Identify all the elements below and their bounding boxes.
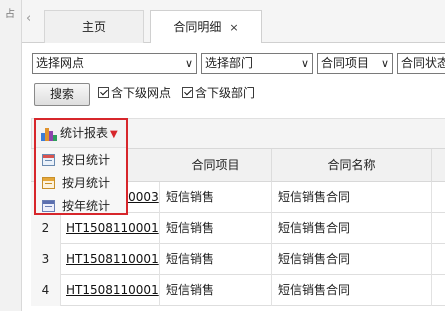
search-button[interactable]: 搜索 — [34, 83, 90, 106]
contract-project-cell: 短信销售 — [160, 244, 272, 275]
project-select-value: 合同项目 — [321, 56, 370, 70]
tab-scroll-left-icon[interactable]: ‹ — [26, 12, 31, 25]
checkbox-checked-icon[interactable] — [98, 87, 109, 98]
contract-name-cell: 短信销售合同 — [272, 182, 432, 213]
menu-item-label: 按年统计 — [62, 199, 111, 213]
site-select-value: 选择网点 — [36, 56, 85, 70]
tab-contract-details-label: 合同明细 — [173, 20, 222, 34]
site-select[interactable]: 选择网点 ∨ — [32, 53, 197, 74]
include-sub-depts-checkbox[interactable]: 含下级部门 — [182, 84, 255, 102]
column-header-project[interactable]: 合同项目 — [160, 149, 272, 183]
contract-name-cell: 短信销售合同 — [272, 275, 432, 306]
app-window: 占 ‹ 主页 合同明细 × 选择网点 ∨ 选择部门 ∨ 合同项目 ∨ 合同状态 搜… — [0, 0, 445, 311]
menu-item-yearly-stats[interactable]: 按年统计 — [36, 195, 126, 218]
stats-report-button[interactable]: 统计报表 ▼ — [36, 120, 126, 148]
chevron-down-icon: ∨ — [300, 57, 309, 70]
menu-item-label: 按日统计 — [62, 153, 111, 167]
stats-report-label: 统计报表 — [60, 126, 109, 140]
project-select[interactable]: 合同项目 ∨ — [317, 53, 393, 74]
contract-name-cell: 短信销售合同 — [272, 213, 432, 244]
stats-report-menu: 统计报表 ▼ 按日统计 按月统计 按年统计 — [34, 118, 128, 215]
contract-code-cell: HT1508110001 — [61, 275, 160, 306]
checkbox-checked-icon[interactable] — [182, 87, 193, 98]
calendar-month-icon — [42, 177, 55, 189]
table-row[interactable]: 3 HT1508110001 短信销售 短信销售合同 — [31, 244, 445, 275]
tab-bar: ‹ 主页 合同明细 × — [22, 0, 445, 44]
dept-select[interactable]: 选择部门 ∨ — [201, 53, 313, 74]
contract-code-link[interactable]: HT1508110001 — [66, 221, 159, 235]
contract-project-cell: 短信销售 — [160, 182, 272, 213]
contract-name-cell: 短信销售合同 — [272, 244, 432, 275]
dropdown-arrow-icon: ▼ — [110, 129, 118, 140]
row-index: 4 — [31, 275, 61, 306]
tab-home[interactable]: 主页 — [44, 10, 144, 43]
left-sidebar-strip: 占 — [0, 0, 22, 311]
include-sub-sites-checkbox[interactable]: 含下级网点 — [98, 84, 171, 102]
include-sub-sites-label: 含下级网点 — [111, 86, 172, 100]
chevron-down-icon: ∨ — [380, 57, 389, 70]
table-row[interactable]: 4 HT1508110001 短信销售 短信销售合同 — [31, 275, 445, 306]
status-select-value: 合同状态 — [401, 56, 445, 70]
menu-item-daily-stats[interactable]: 按日统计 — [36, 149, 126, 172]
chevron-down-icon: ∨ — [184, 57, 193, 70]
contract-project-cell: 短信销售 — [160, 275, 272, 306]
tab-home-label: 主页 — [81, 20, 106, 34]
menu-item-monthly-stats[interactable]: 按月统计 — [36, 172, 126, 195]
contract-code-link[interactable]: HT1508110001 — [66, 283, 159, 297]
contract-code-link[interactable]: HT1508110001 — [66, 252, 159, 266]
pin-icon[interactable]: 占 — [5, 10, 15, 20]
calendar-year-icon — [42, 200, 55, 212]
row-index: 3 — [31, 244, 61, 275]
filter-panel: 选择网点 ∨ 选择部门 ∨ 合同项目 ∨ 合同状态 搜索 含下级网点 含下级部门 — [22, 43, 445, 118]
status-select[interactable]: 合同状态 — [397, 53, 445, 74]
menu-item-label: 按月统计 — [62, 176, 111, 190]
dept-select-value: 选择部门 — [205, 56, 254, 70]
contract-project-cell: 短信销售 — [160, 213, 272, 244]
tab-contract-details[interactable]: 合同明细 × — [150, 10, 262, 44]
contract-code-cell: HT1508110001 — [61, 244, 160, 275]
column-header-name[interactable]: 合同名称 — [272, 149, 432, 183]
tab-close-icon[interactable]: × — [229, 21, 238, 34]
calendar-day-icon — [42, 154, 55, 166]
bar-chart-icon — [41, 127, 57, 141]
include-sub-depts-label: 含下级部门 — [195, 86, 256, 100]
